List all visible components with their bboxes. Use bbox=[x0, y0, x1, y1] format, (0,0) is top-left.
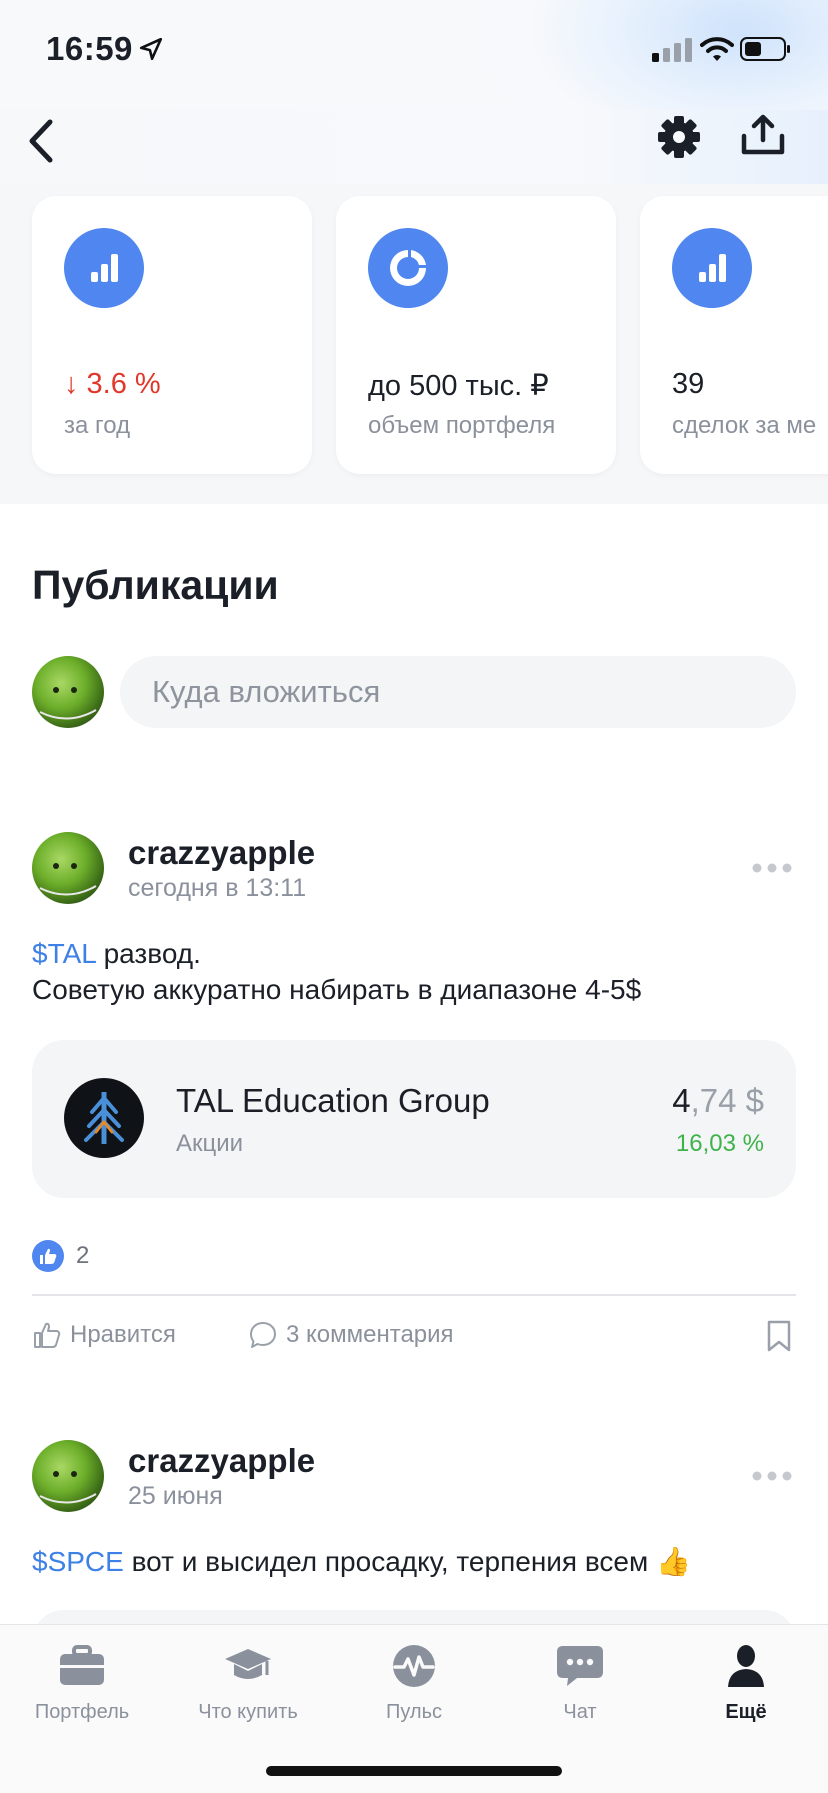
status-bar: 16:59 bbox=[0, 0, 828, 110]
share-upload-icon[interactable] bbox=[738, 110, 788, 160]
stat-label: сделок за ме bbox=[672, 412, 817, 439]
post-composer-placeholder: Куда вложиться bbox=[152, 674, 381, 709]
stat-label: за год bbox=[64, 412, 131, 439]
tab-label: Что купить bbox=[198, 1701, 298, 1723]
stats-carousel[interactable]: ↓ 3.6 % за год до 500 тыс. ₽ объем портф… bbox=[0, 184, 828, 504]
chat-icon bbox=[557, 1646, 603, 1686]
post-text-line2: Советую аккуратно набирать в диапазоне 4… bbox=[32, 974, 642, 1005]
stat-card-deals[interactable]: 39 сделок за ме bbox=[640, 196, 828, 474]
comments-button[interactable]: 3 комментария bbox=[248, 1320, 454, 1350]
tab-label: Чат bbox=[563, 1701, 597, 1723]
tal-logo-icon bbox=[64, 1078, 144, 1158]
briefcase-icon bbox=[60, 1645, 104, 1685]
thumbs-up-icon bbox=[34, 1322, 61, 1348]
instrument-name: TAL Education Group bbox=[176, 1082, 490, 1119]
cellular-signal-icon bbox=[652, 38, 692, 62]
instrument-card[interactable]: TAL Education Group Акции 4,74 $ 16,03 % bbox=[32, 1040, 796, 1198]
location-arrow-icon bbox=[139, 37, 163, 61]
graduation-cap-icon bbox=[225, 1649, 271, 1679]
post-composer-input[interactable]: Куда вложиться bbox=[120, 656, 796, 728]
post-text: $SPCE вот и высидел просадку, терпения в… bbox=[32, 1544, 691, 1580]
price-integer: 4 bbox=[672, 1082, 691, 1119]
post-author[interactable]: crazzyapple bbox=[128, 834, 315, 872]
comment-icon bbox=[250, 1322, 276, 1348]
bookmark-icon[interactable] bbox=[766, 1320, 792, 1352]
post-text-line1: вот и высидел просадку, терпения всем 👍 bbox=[123, 1546, 691, 1577]
comments-label: 3 комментария bbox=[286, 1321, 454, 1348]
post-author[interactable]: crazzyapple bbox=[128, 1442, 315, 1480]
ticker-link[interactable]: $SPCE bbox=[32, 1546, 124, 1577]
more-options-icon[interactable] bbox=[752, 1470, 792, 1482]
ticker-link[interactable]: $TAL bbox=[32, 938, 96, 969]
pie-chart-icon bbox=[368, 228, 448, 308]
instrument-type: Акции bbox=[176, 1130, 244, 1157]
wifi-icon bbox=[700, 37, 734, 61]
section-title-publications: Публикации bbox=[32, 562, 279, 608]
tab-more[interactable]: Ещё bbox=[676, 1643, 816, 1724]
like-button[interactable]: Нравится bbox=[32, 1320, 176, 1350]
divider bbox=[32, 1294, 796, 1296]
battery-icon bbox=[740, 37, 790, 61]
author-avatar[interactable] bbox=[32, 1440, 104, 1512]
tab-label: Пульс bbox=[385, 1701, 443, 1723]
home-indicator bbox=[266, 1766, 562, 1776]
tab-label: Ещё bbox=[725, 1701, 767, 1723]
instrument-change: 16,03 % bbox=[675, 1130, 764, 1157]
tab-chat[interactable]: Чат bbox=[510, 1643, 650, 1724]
post-text: $TAL развод. Советую аккуратно набирать … bbox=[32, 936, 641, 1008]
price-decimal: ,74 $ bbox=[690, 1082, 764, 1119]
back-chevron-icon[interactable] bbox=[24, 116, 60, 166]
pulse-icon bbox=[393, 1645, 435, 1687]
tab-portfolio[interactable]: Портфель bbox=[12, 1643, 152, 1724]
instrument-price: 4,74 $ bbox=[672, 1082, 764, 1120]
tab-what-to-buy[interactable]: Что купить bbox=[178, 1643, 318, 1724]
stat-value: 39 bbox=[672, 368, 705, 400]
post-text-line1: развод. bbox=[95, 938, 201, 969]
like-label: Нравится bbox=[70, 1321, 176, 1348]
more-options-icon[interactable] bbox=[752, 862, 792, 874]
like-badge-icon bbox=[32, 1240, 64, 1272]
bar-chart-icon bbox=[64, 228, 144, 308]
tab-pulse[interactable]: Пульс bbox=[344, 1643, 484, 1724]
like-count: 2 bbox=[76, 1242, 90, 1269]
tab-label: Портфель bbox=[34, 1701, 130, 1723]
post-date: 25 июня bbox=[128, 1482, 223, 1510]
stat-value: ↓ 3.6 % bbox=[64, 368, 161, 400]
gear-icon[interactable] bbox=[654, 112, 704, 162]
stat-card-portfolio-size[interactable]: до 500 тыс. ₽ объем портфеля bbox=[336, 196, 616, 474]
post-date: сегодня в 13:11 bbox=[128, 874, 307, 902]
stat-value: до 500 тыс. ₽ bbox=[368, 370, 549, 402]
status-time: 16:59 bbox=[46, 30, 133, 67]
stat-card-yearly-return[interactable]: ↓ 3.6 % за год bbox=[32, 196, 312, 474]
bar-chart-icon bbox=[672, 228, 752, 308]
profile-icon bbox=[728, 1645, 764, 1687]
stat-label: объем портфеля bbox=[368, 412, 556, 439]
user-avatar bbox=[32, 656, 104, 728]
author-avatar[interactable] bbox=[32, 832, 104, 904]
